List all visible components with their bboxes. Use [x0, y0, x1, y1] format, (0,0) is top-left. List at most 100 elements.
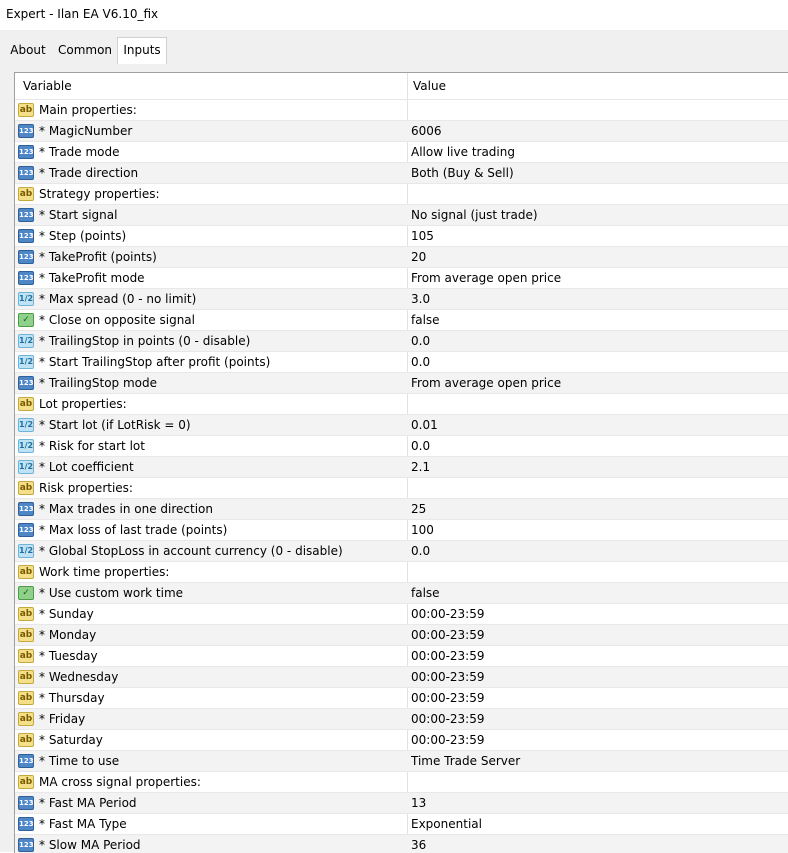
variable-cell: * TakeProfit mode — [39, 271, 145, 285]
table-row[interactable]: 123 * Max trades in one direction 25 — [15, 499, 788, 520]
string-type-icon: ab — [18, 649, 34, 663]
string-type-icon: ab — [18, 775, 34, 789]
value-cell[interactable]: 3.0 — [411, 292, 430, 306]
variable-cell: * Wednesday — [39, 670, 119, 684]
value-cell[interactable]: 13 — [411, 796, 426, 810]
table-row[interactable]: 1/2 * TrailingStop in points (0 - disable… — [15, 331, 788, 352]
table-row[interactable]: 1/2 * Risk for start lot 0.0 — [15, 436, 788, 457]
value-cell[interactable]: 00:00-23:59 — [411, 691, 485, 705]
window-title: Expert - Ilan EA V6.10_fix — [6, 7, 159, 21]
tab-inputs[interactable]: Inputs — [117, 37, 167, 64]
value-cell[interactable]: 0.0 — [411, 439, 430, 453]
value-cell[interactable]: false — [411, 586, 440, 600]
table-row[interactable]: 123 * Trade direction Both (Buy & Sell) — [15, 163, 788, 184]
variable-cell: Lot properties: — [39, 397, 127, 411]
variable-cell: * Max trades in one direction — [39, 502, 213, 516]
table-row[interactable]: 1/2 * Start TrailingStop after profit (po… — [15, 352, 788, 373]
table-row[interactable]: ✓ * Use custom work time false — [15, 583, 788, 604]
variable-cell: * Friday — [39, 712, 86, 726]
table-row[interactable]: ab Lot properties: — [15, 394, 788, 415]
table-row[interactable]: 123 * Slow MA Period 36 — [15, 835, 788, 853]
table-row[interactable]: 123 * Fast MA Period 13 — [15, 793, 788, 814]
value-cell[interactable]: Exponential — [411, 817, 482, 831]
integer-type-icon: 123 — [18, 250, 34, 264]
value-cell[interactable]: Time Trade Server — [411, 754, 520, 768]
table-row[interactable]: 123 * TakeProfit (points) 20 — [15, 247, 788, 268]
variable-cell: Work time properties: — [39, 565, 170, 579]
value-cell[interactable]: 00:00-23:59 — [411, 712, 485, 726]
value-cell[interactable]: 100 — [411, 523, 434, 537]
value-cell[interactable]: 0.01 — [411, 418, 438, 432]
table-row[interactable]: ab Risk properties: — [15, 478, 788, 499]
value-cell[interactable]: 00:00-23:59 — [411, 649, 485, 663]
value-cell[interactable]: No signal (just trade) — [411, 208, 538, 222]
variable-cell: * Start TrailingStop after profit (point… — [39, 355, 271, 369]
table-row[interactable]: ab * Saturday 00:00-23:59 — [15, 730, 788, 751]
value-cell[interactable]: 00:00-23:59 — [411, 670, 485, 684]
table-row[interactable]: 1/2 * Start lot (if LotRisk = 0) 0.01 — [15, 415, 788, 436]
string-type-icon: ab — [18, 481, 34, 495]
table-row[interactable]: 123 * TrailingStop mode From average open … — [15, 373, 788, 394]
variable-cell: MA cross signal properties: — [39, 775, 201, 789]
table-row[interactable]: 123 * Start signal No signal (just trade) — [15, 205, 788, 226]
table-row[interactable]: 123 * Fast MA Type Exponential — [15, 814, 788, 835]
value-cell[interactable]: 6006 — [411, 124, 442, 138]
table-row[interactable]: 1/2 * Global StopLoss in account currency… — [15, 541, 788, 562]
tab-common[interactable]: Common — [54, 40, 116, 62]
value-cell[interactable]: 0.0 — [411, 334, 430, 348]
value-cell[interactable]: 25 — [411, 502, 426, 516]
integer-type-icon: 123 — [18, 145, 34, 159]
table-row[interactable]: ab * Thursday 00:00-23:59 — [15, 688, 788, 709]
value-cell[interactable]: 0.0 — [411, 355, 430, 369]
table-row[interactable]: 1/2 * Max spread (0 - no limit) 3.0 — [15, 289, 788, 310]
variable-column-header[interactable]: Variable — [23, 79, 72, 93]
variable-cell: * Slow MA Period — [39, 838, 141, 852]
value-cell[interactable]: 105 — [411, 229, 434, 243]
tab-about[interactable]: About — [5, 40, 51, 62]
table-row[interactable]: ab * Sunday 00:00-23:59 — [15, 604, 788, 625]
table-row[interactable]: 123 * Trade mode Allow live trading — [15, 142, 788, 163]
variable-cell: * Max spread (0 - no limit) — [39, 292, 197, 306]
value-cell[interactable]: false — [411, 313, 440, 327]
integer-type-icon: 123 — [18, 838, 34, 852]
value-cell[interactable]: 20 — [411, 250, 426, 264]
string-type-icon: ab — [18, 733, 34, 747]
variable-cell: * Monday — [39, 628, 97, 642]
table-row[interactable]: ab Work time properties: — [15, 562, 788, 583]
double-type-icon: 1/2 — [18, 418, 34, 432]
table-row[interactable]: 123 * MagicNumber 6006 — [15, 121, 788, 142]
table-row[interactable]: ab * Friday 00:00-23:59 — [15, 709, 788, 730]
table-row[interactable]: ab * Monday 00:00-23:59 — [15, 625, 788, 646]
value-column-header[interactable]: Value — [413, 79, 446, 93]
value-cell[interactable]: From average open price — [411, 271, 561, 285]
integer-type-icon: 123 — [18, 523, 34, 537]
table-row[interactable]: 123 * TakeProfit mode From average open pr… — [15, 268, 788, 289]
table-row[interactable]: 123 * Max loss of last trade (points) 100 — [15, 520, 788, 541]
value-cell[interactable]: From average open price — [411, 376, 561, 390]
variable-cell: * Global StopLoss in account currency (0… — [39, 544, 343, 558]
table-row[interactable]: ab * Tuesday 00:00-23:59 — [15, 646, 788, 667]
table-row[interactable]: ab * Wednesday 00:00-23:59 — [15, 667, 788, 688]
integer-type-icon: 123 — [18, 754, 34, 768]
table-row[interactable]: ✓ * Close on opposite signal false — [15, 310, 788, 331]
table-row[interactable]: 123 * Time to use Time Trade Server — [15, 751, 788, 772]
value-cell[interactable]: 00:00-23:59 — [411, 607, 485, 621]
variable-cell: * Trade mode — [39, 145, 120, 159]
value-cell[interactable]: 2.1 — [411, 460, 430, 474]
table-row[interactable]: ab Main properties: — [15, 100, 788, 121]
window-titlebar: Expert - Ilan EA V6.10_fix — [0, 0, 788, 30]
table-row[interactable]: 1/2 * Lot coefficient 2.1 — [15, 457, 788, 478]
value-cell[interactable]: 00:00-23:59 — [411, 628, 485, 642]
table-row[interactable]: ab MA cross signal properties: — [15, 772, 788, 793]
value-cell[interactable]: 0.0 — [411, 544, 430, 558]
integer-type-icon: 123 — [18, 502, 34, 516]
value-cell[interactable]: 36 — [411, 838, 426, 852]
variable-cell: * TakeProfit (points) — [39, 250, 157, 264]
table-row[interactable]: ab Strategy properties: — [15, 184, 788, 205]
value-cell[interactable]: Allow live trading — [411, 145, 515, 159]
variable-cell: * Trade direction — [39, 166, 139, 180]
table-row[interactable]: 123 * Step (points) 105 — [15, 226, 788, 247]
value-cell[interactable]: Both (Buy & Sell) — [411, 166, 514, 180]
variable-cell: * Start signal — [39, 208, 118, 222]
value-cell[interactable]: 00:00-23:59 — [411, 733, 485, 747]
